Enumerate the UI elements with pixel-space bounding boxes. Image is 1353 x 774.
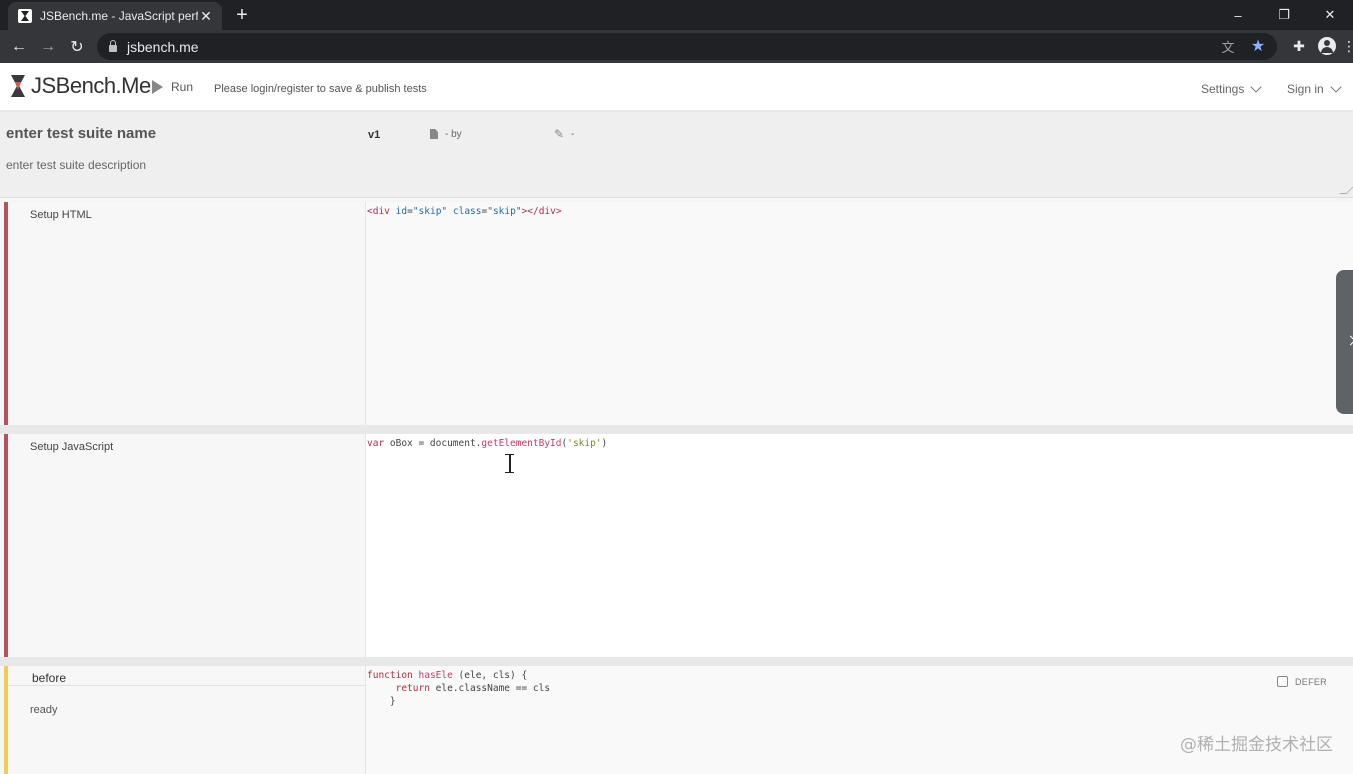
settings-menu[interactable]: Settings [1201,81,1263,96]
minimize-button[interactable]: – [1215,0,1261,30]
setup-js-label: Setup JavaScript [30,441,114,453]
new-tab-button[interactable]: + [232,5,252,25]
test-case-title-input[interactable]: before [8,666,369,686]
section-divider[interactable] [0,425,1353,434]
lock-icon[interactable] [109,40,117,52]
setup-js-section: Setup JavaScript var oBox = document.get… [4,434,1353,657]
translate-icon[interactable]: 文 [1219,37,1237,55]
text-cursor-icon [504,454,515,473]
login-hint: Please login/register to save & publish … [214,83,427,95]
checkbox-icon[interactable] [1276,676,1288,687]
signin-label: Sign in [1287,82,1324,96]
jsbench-favicon-icon [18,9,32,23]
chevron-down-icon [1250,81,1263,93]
address-bar[interactable]: jsbench.me 文 ★ [97,33,1277,60]
pencil-icon[interactable]: ✎ [554,127,564,141]
watermark: @稀土掘金技术社区 [1180,735,1333,755]
before-code-editor[interactable]: function hasEle (ele, cls) { return ele.… [365,666,1353,774]
chevron-down-icon [1330,81,1342,93]
defer-checkbox[interactable]: DEFER [1276,676,1327,687]
before-test-case: before ready function hasEle (ele, cls) … [4,666,1353,774]
setup-html-section: Setup HTML <div id="skip" class="skip"><… [4,202,1353,425]
logo-text: JSBench.Me [31,73,151,98]
window-controls: – ❐ ✕ [1215,0,1353,30]
browser-tab[interactable]: JSBench.me - JavaScript perfo ✕ [8,2,222,30]
setup-html-label-panel: Setup HTML [4,202,365,425]
version-label: v1 [368,129,381,141]
side-panel-toggle[interactable] [1336,270,1353,414]
edit-text: - [571,129,575,140]
close-window-button[interactable]: ✕ [1307,0,1353,30]
play-icon [152,80,163,94]
suite-description-input[interactable]: enter test suite description [6,158,146,172]
forward-arrow-icon[interactable]: → [36,35,60,59]
browser-menu-icon[interactable]: ⋮ [1342,36,1353,56]
profile-avatar-icon[interactable] [1317,36,1337,56]
toolbar-extensions: ✚ ⋮ [1289,36,1353,56]
bookmark-star-icon[interactable]: ★ [1249,37,1267,55]
setup-html-editor[interactable]: <div id="skip" class="skip"></div> [365,202,1353,425]
extensions-puzzle-icon[interactable]: ✚ [1289,36,1309,56]
author-text: - by [445,129,462,140]
tab-title: JSBench.me - JavaScript perfo [40,9,198,23]
test-case-title: before [32,671,67,685]
test-status: ready [30,704,58,716]
document-icon [430,129,438,139]
defer-label: DEFER [1294,676,1327,687]
restore-button[interactable]: ❐ [1261,0,1307,30]
before-label-panel: before ready [4,666,369,774]
page: JSBench.Me Run Please login/register to … [0,63,1353,774]
settings-label: Settings [1201,82,1245,96]
setup-js-label-panel: Setup JavaScript [4,434,365,657]
section-divider[interactable] [0,657,1353,666]
hourglass-logo-icon [9,73,27,99]
url-text[interactable]: jsbench.me [127,39,199,55]
resize-handle[interactable] [1339,187,1353,194]
back-arrow-icon[interactable]: ← [7,35,31,59]
address-bar-actions: 文 ★ [1219,37,1267,55]
signin-menu[interactable]: Sign in [1287,81,1342,96]
run-label: Run [171,80,194,94]
browser-tab-strip: JSBench.me - JavaScript perfo ✕ + – ❐ ✕ [0,0,1353,30]
run-button[interactable]: Run [152,80,193,94]
suite-header: enter test suite name enter test suite d… [0,112,1353,198]
app-header: JSBench.Me Run Please login/register to … [0,63,1353,111]
logo[interactable]: JSBench.Me [9,72,151,100]
tab-close-icon[interactable]: ✕ [198,8,214,25]
browser-toolbar: ← → ↻ jsbench.me 文 ★ ✚ ⋮ [0,30,1353,63]
reload-icon[interactable]: ↻ [65,35,89,59]
suite-name-input[interactable]: enter test suite name [6,125,156,142]
setup-html-label: Setup HTML [30,209,92,221]
